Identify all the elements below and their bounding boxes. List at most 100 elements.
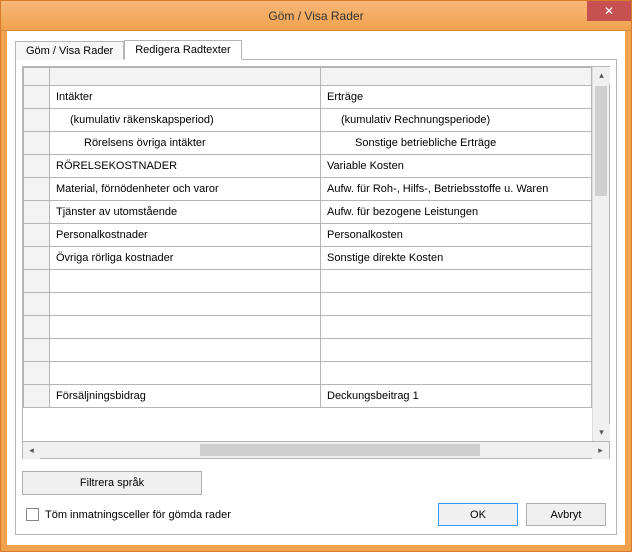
cell-text: (kumulativ räkenskapsperiod) — [50, 111, 320, 129]
scroll-right-arrow-icon[interactable]: ▸ — [592, 442, 609, 459]
table-row[interactable] — [24, 339, 592, 362]
row-header[interactable] — [24, 132, 50, 155]
cell-right[interactable] — [321, 362, 592, 385]
scroll-left-arrow-icon[interactable]: ◂ — [23, 442, 40, 459]
cell-text: Sonstige betriebliche Erträge — [321, 134, 591, 152]
cell-right[interactable] — [321, 339, 592, 362]
cell-text: Tjänster av utomstående — [50, 203, 320, 221]
column-header[interactable] — [50, 68, 321, 86]
scroll-thumb[interactable] — [200, 444, 480, 456]
table-row[interactable]: Övriga rörliga kostnaderSonstige direkte… — [24, 247, 592, 270]
clear-hidden-cells-checkbox[interactable]: Töm inmatningsceller för gömda rader — [26, 508, 231, 521]
cell-left[interactable]: Rörelsens övriga intäkter — [50, 132, 321, 155]
cell-left[interactable]: Övriga rörliga kostnader — [50, 247, 321, 270]
horizontal-scrollbar[interactable]: ◂ ▸ — [22, 442, 610, 459]
cell-right[interactable]: Sonstige betriebliche Erträge — [321, 132, 592, 155]
row-header[interactable] — [24, 86, 50, 109]
table-row[interactable] — [24, 293, 592, 316]
titlebar[interactable]: Göm / Visa Rader ✕ — [1, 1, 631, 31]
cell-right[interactable] — [321, 316, 592, 339]
row-header[interactable] — [24, 247, 50, 270]
cancel-button[interactable]: Avbryt — [526, 503, 606, 526]
grid-scroll: IntäkterErträge(kumulativ räkenskapsperi… — [22, 66, 610, 442]
cell-left[interactable] — [50, 339, 321, 362]
row-header[interactable] — [24, 178, 50, 201]
row-header[interactable] — [24, 109, 50, 132]
cell-right[interactable]: Deckungsbeitrag 1 — [321, 385, 592, 408]
table-row[interactable] — [24, 316, 592, 339]
column-header[interactable] — [321, 68, 592, 86]
cell-right[interactable]: Personalkosten — [321, 224, 592, 247]
cell-text: Övriga rörliga kostnader — [50, 249, 320, 267]
cell-text — [50, 347, 320, 353]
cell-left[interactable]: (kumulativ räkenskapsperiod) — [50, 109, 321, 132]
cell-text — [321, 301, 591, 307]
cell-right[interactable]: Variable Kosten — [321, 155, 592, 178]
cell-left[interactable]: Intäkter — [50, 86, 321, 109]
row-header[interactable] — [24, 293, 50, 316]
cell-right[interactable]: Aufw. für bezogene Leistungen — [321, 201, 592, 224]
data-grid[interactable]: IntäkterErträge(kumulativ räkenskapsperi… — [23, 67, 592, 408]
table-row[interactable]: (kumulativ räkenskapsperiod)(kumulativ R… — [24, 109, 592, 132]
row-header[interactable] — [24, 316, 50, 339]
scroll-down-arrow-icon[interactable]: ▾ — [593, 424, 610, 441]
row-header[interactable] — [24, 339, 50, 362]
cell-text — [50, 301, 320, 307]
cell-text: Personalkosten — [321, 226, 591, 244]
cell-right[interactable]: Aufw. für Roh-, Hilfs-, Betriebsstoffe u… — [321, 178, 592, 201]
table-row[interactable] — [24, 362, 592, 385]
column-header-row — [24, 68, 592, 86]
table-row[interactable] — [24, 270, 592, 293]
button-label: OK — [470, 509, 486, 521]
table-row[interactable]: RÖRELSEKOSTNADERVariable Kosten — [24, 155, 592, 178]
ok-button[interactable]: OK — [438, 503, 518, 526]
row-header[interactable] — [24, 270, 50, 293]
row-header[interactable] — [24, 362, 50, 385]
cell-text — [321, 324, 591, 330]
cell-left[interactable] — [50, 293, 321, 316]
cell-text — [321, 370, 591, 376]
scroll-track[interactable] — [40, 442, 592, 458]
tab-hide-show-rows[interactable]: Göm / Visa Rader — [15, 41, 124, 60]
cell-right[interactable]: (kumulativ Rechnungsperiode) — [321, 109, 592, 132]
scroll-thumb[interactable] — [595, 86, 607, 196]
cell-right[interactable]: Sonstige direkte Kosten — [321, 247, 592, 270]
table-row[interactable]: FörsäljningsbidragDeckungsbeitrag 1 — [24, 385, 592, 408]
table-row[interactable]: IntäkterErträge — [24, 86, 592, 109]
cell-text: RÖRELSEKOSTNADER — [50, 157, 320, 175]
close-icon: ✕ — [604, 5, 614, 17]
vertical-scrollbar[interactable]: ▴ ▾ — [592, 67, 609, 441]
scroll-track[interactable] — [593, 84, 609, 424]
row-header[interactable] — [24, 224, 50, 247]
table-row[interactable]: Rörelsens övriga intäkterSonstige betrie… — [24, 132, 592, 155]
cell-text: Intäkter — [50, 88, 320, 106]
row-header[interactable] — [24, 385, 50, 408]
cell-left[interactable]: Personalkostnader — [50, 224, 321, 247]
cell-left[interactable]: Tjänster av utomstående — [50, 201, 321, 224]
cell-left[interactable]: Material, förnödenheter och varor — [50, 178, 321, 201]
cell-right[interactable] — [321, 270, 592, 293]
cell-left[interactable]: RÖRELSEKOSTNADER — [50, 155, 321, 178]
client-area: Göm / Visa Rader Redigera Radtexter — [1, 31, 631, 551]
button-label: Filtrera språk — [80, 477, 144, 489]
cell-right[interactable]: Erträge — [321, 86, 592, 109]
cell-left[interactable] — [50, 270, 321, 293]
cell-left[interactable] — [50, 316, 321, 339]
table-row[interactable]: PersonalkostnaderPersonalkosten — [24, 224, 592, 247]
close-button[interactable]: ✕ — [587, 1, 631, 21]
checkbox-label: Töm inmatningsceller för gömda rader — [45, 509, 231, 521]
row-header[interactable] — [24, 155, 50, 178]
cell-right[interactable] — [321, 293, 592, 316]
scroll-up-arrow-icon[interactable]: ▴ — [593, 67, 610, 84]
cell-left[interactable]: Försäljningsbidrag — [50, 385, 321, 408]
cell-text — [321, 278, 591, 284]
grid-body: IntäkterErträge(kumulativ räkenskapsperi… — [23, 67, 592, 441]
row-header[interactable] — [24, 201, 50, 224]
checkbox-box[interactable] — [26, 508, 39, 521]
filter-language-button[interactable]: Filtrera språk — [22, 471, 202, 495]
table-row[interactable]: Tjänster av utomståendeAufw. für bezogen… — [24, 201, 592, 224]
cell-text — [321, 347, 591, 353]
cell-left[interactable] — [50, 362, 321, 385]
table-row[interactable]: Material, förnödenheter och varorAufw. f… — [24, 178, 592, 201]
tab-edit-row-texts[interactable]: Redigera Radtexter — [124, 40, 241, 60]
